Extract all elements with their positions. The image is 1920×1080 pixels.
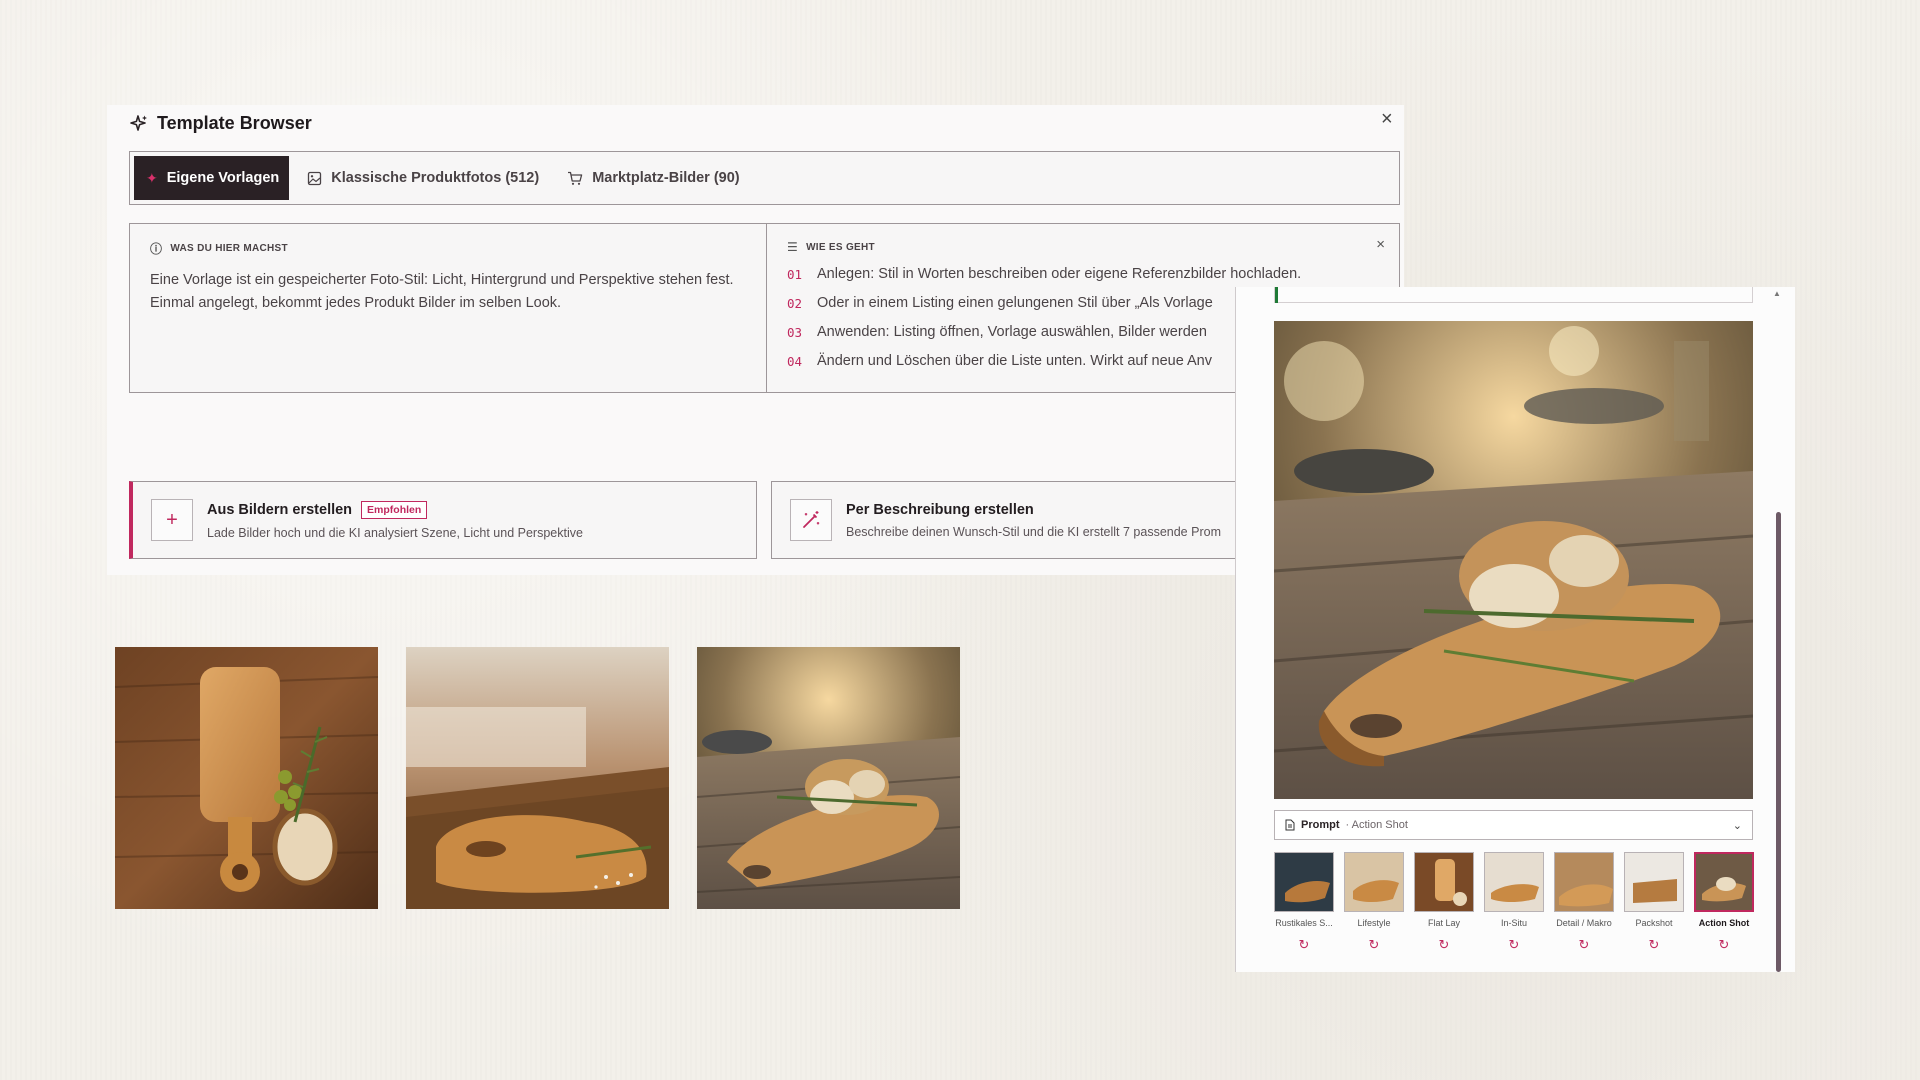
info-box: ⓘ WAS DU HIER MACHST Eine Vorlage ist ei…	[129, 223, 1400, 393]
variant-image	[1414, 852, 1474, 912]
recommended-badge: Empfohlen	[361, 500, 428, 519]
prompt-select[interactable]: Prompt · Action Shot ⌄	[1274, 810, 1753, 840]
template-browser-panel: Template Browser × ✦ Eigene Vorlagen Kla…	[107, 105, 1404, 575]
variant-image	[1484, 852, 1544, 912]
variant-image	[1624, 852, 1684, 912]
tab-marktplatz-bilder[interactable]: Marktplatz-Bilder (90)	[555, 156, 749, 200]
variant-label: Rustikales S...	[1275, 918, 1333, 928]
refresh-icon[interactable]: ↻	[1694, 937, 1754, 953]
document-icon	[1285, 819, 1295, 831]
sparkle-icon: ✦	[146, 169, 158, 186]
close-icon[interactable]: ×	[1381, 109, 1393, 129]
scroll-up-icon[interactable]: ▲	[1773, 289, 1781, 298]
tab-eigene-vorlagen[interactable]: ✦ Eigene Vorlagen	[134, 156, 290, 200]
status-bar	[1274, 287, 1753, 303]
status-indicator	[1275, 287, 1278, 303]
chevron-down-icon: ⌄	[1732, 819, 1742, 832]
refresh-icon[interactable]: ↻	[1484, 937, 1544, 953]
tab-label: Klassische Produktfotos (512)	[331, 170, 540, 186]
magic-wand-icon	[790, 499, 832, 541]
refresh-icon[interactable]: ↻	[1554, 937, 1614, 953]
create-from-images-card[interactable]: + Aus Bildern erstellen Empfohlen Lade B…	[129, 481, 757, 559]
variant-flat-lay[interactable]: Flat Lay ↻	[1414, 852, 1474, 953]
variant-label: Flat Lay	[1427, 918, 1460, 928]
tab-klassische-produktfotos[interactable]: Klassische Produktfotos (512)	[295, 156, 549, 200]
prompt-label: Prompt	[1301, 819, 1340, 831]
card-subtitle: Lade Bilder hoch und die KI analysiert S…	[207, 525, 583, 540]
refresh-icon[interactable]: ↻	[1414, 937, 1474, 953]
prompt-value: · Action Shot	[1345, 819, 1408, 831]
variant-label: Packshot	[1635, 918, 1673, 928]
variant-image	[1344, 852, 1404, 912]
image-icon	[307, 171, 322, 186]
sparkle-icon	[129, 114, 149, 134]
info-heading: ⓘ WAS DU HIER MACHST	[150, 242, 288, 256]
cart-icon	[567, 171, 583, 186]
scrollbar-thumb[interactable]	[1776, 512, 1781, 972]
variant-packshot[interactable]: Packshot ↻	[1624, 852, 1684, 953]
variant-image	[1694, 852, 1754, 912]
variant-in-situ[interactable]: In-Situ ↻	[1484, 852, 1544, 953]
variant-rustikal[interactable]: Rustikales S... ↻	[1274, 852, 1334, 953]
variant-lifestyle[interactable]: Lifestyle ↻	[1344, 852, 1404, 953]
info-what-section: ⓘ WAS DU HIER MACHST Eine Vorlage ist ei…	[130, 224, 767, 392]
thumbnail-action[interactable]	[697, 647, 960, 909]
refresh-icon[interactable]: ↻	[1274, 937, 1334, 953]
tab-label: Eigene Vorlagen	[166, 170, 280, 186]
thumbnail-kitchen[interactable]	[406, 647, 669, 909]
refresh-icon[interactable]: ↻	[1344, 937, 1404, 953]
panel-header: Template Browser	[129, 113, 312, 134]
checklist-icon: ☰	[787, 240, 799, 254]
close-icon[interactable]: ×	[1376, 236, 1385, 253]
thumbnail-flat-lay[interactable]	[115, 647, 378, 909]
main-preview-image	[1274, 321, 1753, 799]
card-title: Per Beschreibung erstellen	[846, 501, 1034, 518]
variant-label: Detail / Makro	[1556, 918, 1612, 928]
refresh-icon[interactable]: ↻	[1624, 937, 1684, 953]
info-circle-icon: ⓘ	[150, 242, 163, 256]
variant-action-shot[interactable]: Action Shot ↻	[1694, 852, 1754, 953]
tab-label: Marktplatz-Bilder (90)	[592, 170, 740, 186]
card-title: Aus Bildern erstellen Empfohlen	[207, 500, 583, 519]
info-heading: ☰ WIE ES GEHT	[787, 240, 875, 254]
template-detail-panel: Prompt · Action Shot ⌄ Rustikales S... ↻…	[1235, 287, 1795, 972]
variant-label: Lifestyle	[1357, 918, 1391, 928]
plus-icon: +	[151, 499, 193, 541]
panel-title: Template Browser	[157, 113, 312, 133]
info-description: Eine Vorlage ist ein gespeicherter Foto-…	[150, 272, 734, 311]
card-subtitle: Beschreibe deinen Wunsch-Stil und die KI…	[846, 524, 1221, 539]
variant-label: In-Situ	[1500, 918, 1527, 928]
tab-bar: ✦ Eigene Vorlagen Klassische Produktfoto…	[129, 151, 1400, 205]
variant-detail-makro[interactable]: Detail / Makro ↻	[1554, 852, 1614, 953]
variant-label: Action Shot	[1698, 918, 1750, 928]
variant-image	[1274, 852, 1334, 912]
variant-image	[1554, 852, 1614, 912]
